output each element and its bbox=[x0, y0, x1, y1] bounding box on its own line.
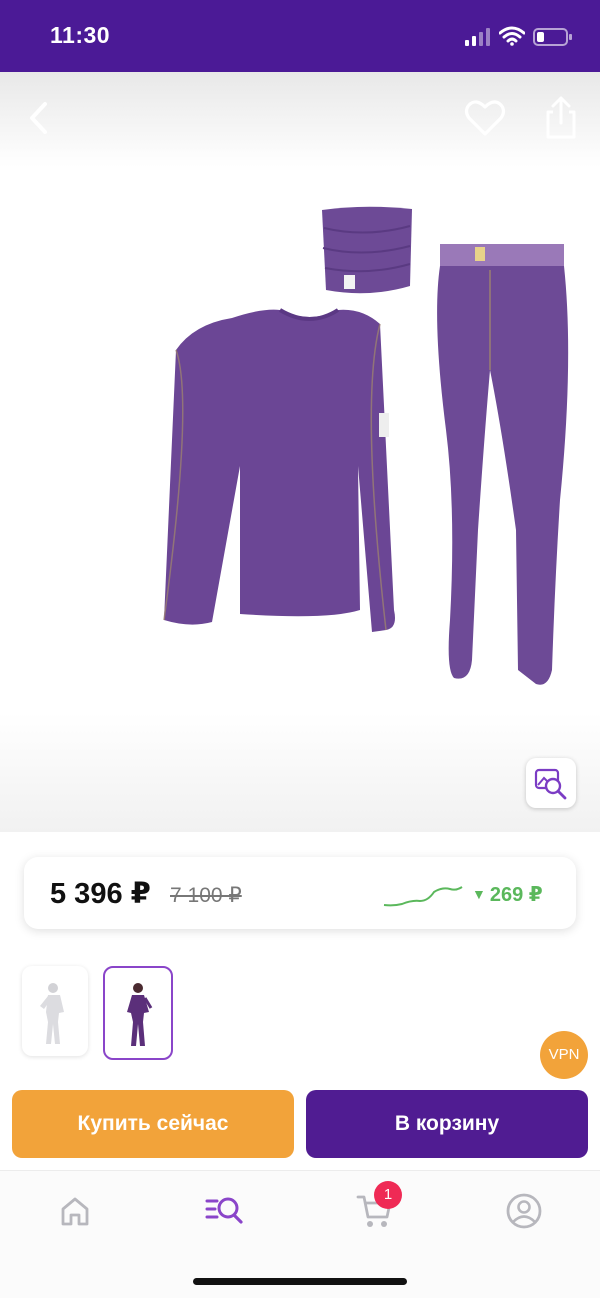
signal-icon bbox=[465, 28, 490, 46]
price-drop: ▼ 269 ₽ bbox=[472, 882, 543, 907]
price-card: 5 396 ₽ 7 100 ₽ ▼ 269 ₽ bbox=[24, 857, 576, 929]
wifi-icon bbox=[499, 26, 525, 46]
image-search-icon bbox=[534, 768, 567, 800]
price-history-sparkline[interactable] bbox=[382, 879, 464, 909]
back-button[interactable] bbox=[20, 98, 60, 138]
current-price: 5 396 ₽ bbox=[50, 878, 151, 910]
buy-now-button[interactable]: Купить сейчас bbox=[12, 1090, 294, 1158]
image-search-button[interactable] bbox=[526, 758, 576, 808]
old-price: 7 100 ₽ bbox=[170, 884, 242, 907]
thumbnail-2-image bbox=[127, 983, 153, 1046]
tab-profile[interactable] bbox=[502, 1189, 546, 1233]
thumbnail-2[interactable] bbox=[103, 966, 173, 1060]
thumbnail-1-image bbox=[40, 983, 64, 1044]
add-to-cart-button[interactable]: В корзину bbox=[306, 1090, 588, 1158]
cart-count-badge: 1 bbox=[374, 1181, 402, 1209]
status-time: 11:30 bbox=[50, 22, 111, 48]
price-drop-amount: 269 ₽ bbox=[489, 884, 543, 906]
catalog-search-icon bbox=[205, 1197, 243, 1224]
profile-icon bbox=[506, 1193, 542, 1229]
favorite-button[interactable] bbox=[464, 98, 506, 138]
tab-catalog[interactable] bbox=[203, 1189, 247, 1233]
product-image bbox=[163, 206, 569, 685]
bottom-tab-bar: 1 bbox=[0, 1170, 600, 1298]
status-bar: 11:30 bbox=[0, 0, 600, 72]
down-arrow-icon: ▼ bbox=[472, 886, 486, 902]
battery-icon bbox=[533, 28, 572, 46]
thumbnail-1[interactable] bbox=[22, 966, 88, 1056]
shirt-shape bbox=[164, 309, 395, 632]
product-gallery[interactable] bbox=[0, 72, 600, 832]
tab-home[interactable] bbox=[53, 1189, 97, 1233]
home-icon bbox=[61, 1197, 89, 1226]
home-indicator bbox=[193, 1278, 407, 1285]
vpn-badge[interactable]: VPN bbox=[540, 1031, 588, 1079]
share-button[interactable] bbox=[540, 94, 582, 140]
leggings-shape bbox=[437, 244, 569, 685]
